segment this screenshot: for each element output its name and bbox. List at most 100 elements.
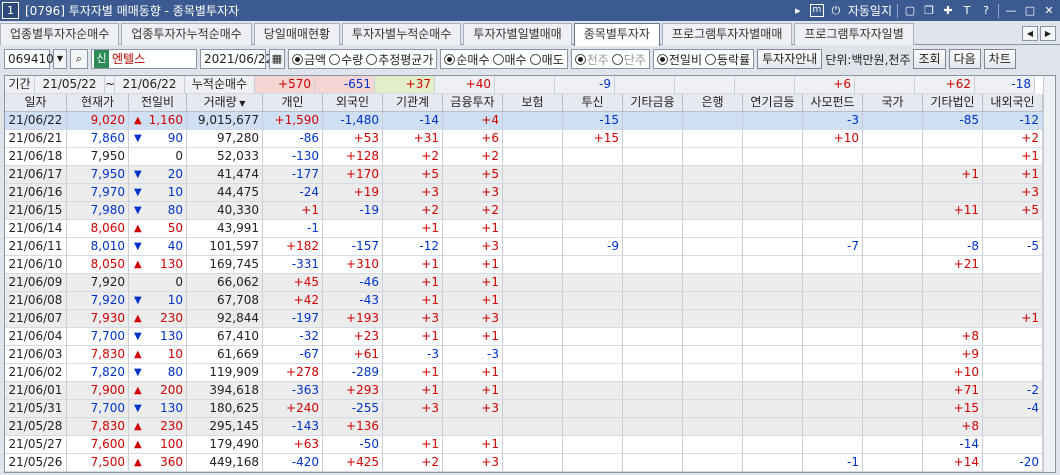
search-icon[interactable]: ⌕ bbox=[70, 49, 88, 69]
chart-button[interactable]: 차트 bbox=[983, 49, 1016, 69]
auto-save-label[interactable]: 자동일지 bbox=[848, 2, 892, 19]
maximize-icon[interactable]: □ bbox=[1023, 4, 1037, 18]
investor-value-cell bbox=[683, 400, 743, 418]
investor-value-cell: -331 bbox=[263, 256, 323, 274]
radio-label: 천주 bbox=[586, 52, 609, 67]
investor-value-cell: +1 bbox=[383, 274, 443, 292]
column-header[interactable]: 기타금융 bbox=[623, 94, 683, 112]
date-cell: 21/06/11 bbox=[5, 238, 67, 256]
radio-single-shares[interactable]: 단주 bbox=[611, 51, 646, 68]
volume-cell: 44,475 bbox=[187, 184, 263, 202]
investor-value-cell bbox=[683, 238, 743, 256]
investor-value-cell: -50 bbox=[323, 436, 383, 454]
radio-prev-day[interactable]: 전일비 bbox=[656, 51, 702, 68]
radio-thousand-shares[interactable]: 천주 bbox=[574, 51, 609, 68]
date-input[interactable]: 2021/06/22 bbox=[200, 49, 273, 69]
column-header[interactable]: 금융투자 bbox=[443, 94, 503, 112]
radio-quantity[interactable]: 수량 bbox=[329, 51, 363, 68]
change-cell: 230 bbox=[129, 418, 187, 436]
help-icon[interactable]: ? bbox=[979, 4, 993, 18]
column-header[interactable]: 국가 bbox=[863, 94, 923, 112]
investor-value-cell bbox=[503, 454, 563, 472]
menu-icon[interactable]: ▸ bbox=[791, 4, 805, 18]
stock-code-input[interactable]: 069410 bbox=[4, 49, 54, 69]
window-number-badge[interactable]: 1 bbox=[2, 2, 19, 19]
investor-value-cell: +61 bbox=[323, 346, 383, 364]
tab-sector-investor-net[interactable]: 업종별투자자순매수 bbox=[0, 23, 120, 45]
investor-value-cell bbox=[743, 346, 803, 364]
column-header[interactable]: 현재가 bbox=[67, 94, 129, 112]
pin-icon[interactable]: ✚ bbox=[941, 4, 955, 18]
m-box-icon[interactable]: m bbox=[809, 4, 824, 17]
column-header[interactable]: 연기금등 bbox=[743, 94, 803, 112]
investor-guide-button[interactable]: 투자자안내 bbox=[757, 49, 823, 69]
close-icon[interactable]: ✕ bbox=[1042, 4, 1056, 18]
volume-cell: 179,490 bbox=[187, 436, 263, 454]
column-header[interactable]: 내외국인 bbox=[983, 94, 1043, 112]
investor-value-cell bbox=[803, 364, 863, 382]
column-header-label: 거래량 bbox=[203, 95, 237, 109]
stock-name-field[interactable]: 신 엔텔스 bbox=[91, 49, 197, 69]
radio-sell[interactable]: 매도 bbox=[529, 51, 564, 68]
investor-value-cell bbox=[623, 256, 683, 274]
investor-value-cell: +8 bbox=[923, 418, 983, 436]
tab-prev-icon[interactable]: ◀ bbox=[1022, 26, 1038, 41]
radio-amount[interactable]: 금액 bbox=[292, 51, 326, 68]
copy-icon[interactable]: ❐ bbox=[922, 4, 936, 18]
investor-value-cell bbox=[803, 382, 863, 400]
period-end-input[interactable]: 21/06/22 bbox=[115, 76, 185, 94]
radio-net-buy[interactable]: 순매수 bbox=[444, 51, 490, 68]
minimize-icon[interactable]: — bbox=[1004, 4, 1018, 18]
volume-cell: 169,745 bbox=[187, 256, 263, 274]
column-header[interactable]: 일자 bbox=[5, 94, 67, 112]
investor-value-cell bbox=[563, 184, 623, 202]
window-icon[interactable]: ▢ bbox=[903, 4, 917, 18]
tab-sector-investor-cumulative[interactable]: 업종투자자누적순매수 bbox=[121, 23, 252, 45]
radio-change-rate[interactable]: 등락률 bbox=[705, 51, 750, 68]
tab-program-investor-daily[interactable]: 프로그램투자자일별 bbox=[794, 23, 914, 45]
investor-value-cell: +5 bbox=[383, 166, 443, 184]
calendar-icon[interactable]: ▦ bbox=[269, 49, 285, 69]
investor-value-cell bbox=[623, 238, 683, 256]
tab-next-icon[interactable]: ▶ bbox=[1040, 26, 1056, 41]
investor-value-cell bbox=[803, 256, 863, 274]
column-header[interactable]: 거래량 ▼ bbox=[187, 94, 263, 112]
sort-down-icon[interactable]: ▼ bbox=[237, 99, 245, 108]
investor-value-cell bbox=[623, 328, 683, 346]
stock-code-dropdown-icon[interactable]: ▼ bbox=[53, 49, 67, 69]
column-header[interactable]: 기관계 bbox=[383, 94, 443, 112]
change-cell: 100 bbox=[129, 436, 187, 454]
investor-value-cell bbox=[683, 256, 743, 274]
radio-dot bbox=[611, 53, 623, 65]
tab-investor-daily[interactable]: 투자자별일별매매 bbox=[463, 23, 572, 45]
investor-value-cell bbox=[743, 454, 803, 472]
vertical-scrollbar[interactable] bbox=[1043, 76, 1055, 472]
column-header[interactable]: 전일비 bbox=[129, 94, 187, 112]
search-button[interactable]: 조회 bbox=[913, 49, 946, 69]
investor-value-cell bbox=[923, 274, 983, 292]
investor-value-cell bbox=[623, 418, 683, 436]
column-header[interactable]: 보험 bbox=[503, 94, 563, 112]
table-row: 21/06/108,050130169,745-331+310+1+1+21 bbox=[5, 256, 1043, 274]
column-header[interactable]: 외국인 bbox=[323, 94, 383, 112]
date-cell: 21/06/15 bbox=[5, 202, 67, 220]
font-icon[interactable]: T bbox=[960, 4, 974, 18]
column-header[interactable]: 개인 bbox=[263, 94, 323, 112]
period-start-input[interactable]: 21/05/22 bbox=[35, 76, 105, 94]
radio-est-avg[interactable]: 추정평균가 bbox=[366, 51, 433, 68]
volume-cell: 40,330 bbox=[187, 202, 263, 220]
tab-program-investor[interactable]: 프로그램투자자별매매 bbox=[661, 23, 793, 45]
column-header[interactable]: 기타법인 bbox=[923, 94, 983, 112]
column-header[interactable]: 사모펀드 bbox=[803, 94, 863, 112]
investor-value-cell bbox=[683, 454, 743, 472]
alarm-icon[interactable]: ⏻ bbox=[829, 4, 843, 18]
column-header[interactable]: 은행 bbox=[683, 94, 743, 112]
tab-investor-cumulative[interactable]: 투자자별누적순매수 bbox=[342, 23, 462, 45]
next-button[interactable]: 다음 bbox=[948, 49, 981, 69]
radio-buy[interactable]: 매수 bbox=[492, 51, 527, 68]
investor-value-cell bbox=[863, 238, 923, 256]
tab-stock-investor[interactable]: 종목별투자자 bbox=[573, 23, 660, 46]
column-header[interactable]: 투신 bbox=[563, 94, 623, 112]
investor-value-cell bbox=[503, 220, 563, 238]
tab-today-trading[interactable]: 당일매매현황 bbox=[253, 23, 341, 45]
